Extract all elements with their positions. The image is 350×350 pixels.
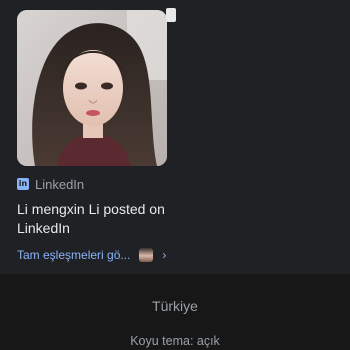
chevron-right-icon: › (162, 248, 167, 262)
result-title[interactable]: Li mengxin Li posted on LinkedIn (17, 200, 177, 238)
region-label: Türkiye (152, 298, 198, 314)
source-name: LinkedIn (35, 176, 85, 192)
result-source[interactable]: in LinkedIn (17, 176, 84, 192)
dark-theme-toggle[interactable]: Koyu tema: açık (0, 334, 350, 348)
result-card[interactable]: in LinkedIn Li mengxin Li posted on Link… (0, 0, 350, 274)
result-image[interactable] (17, 10, 167, 166)
portrait-image (17, 10, 167, 166)
image-corner-decoration (166, 8, 176, 22)
exact-matches-label: Tam eşleşmeleri gö... (17, 248, 131, 262)
linkedin-icon: in (17, 178, 29, 190)
footer: Türkiye Koyu tema: açık (0, 274, 350, 350)
thumbnail-image (139, 248, 154, 262)
exact-matches-link[interactable]: Tam eşleşmeleri gö... › (17, 246, 166, 264)
